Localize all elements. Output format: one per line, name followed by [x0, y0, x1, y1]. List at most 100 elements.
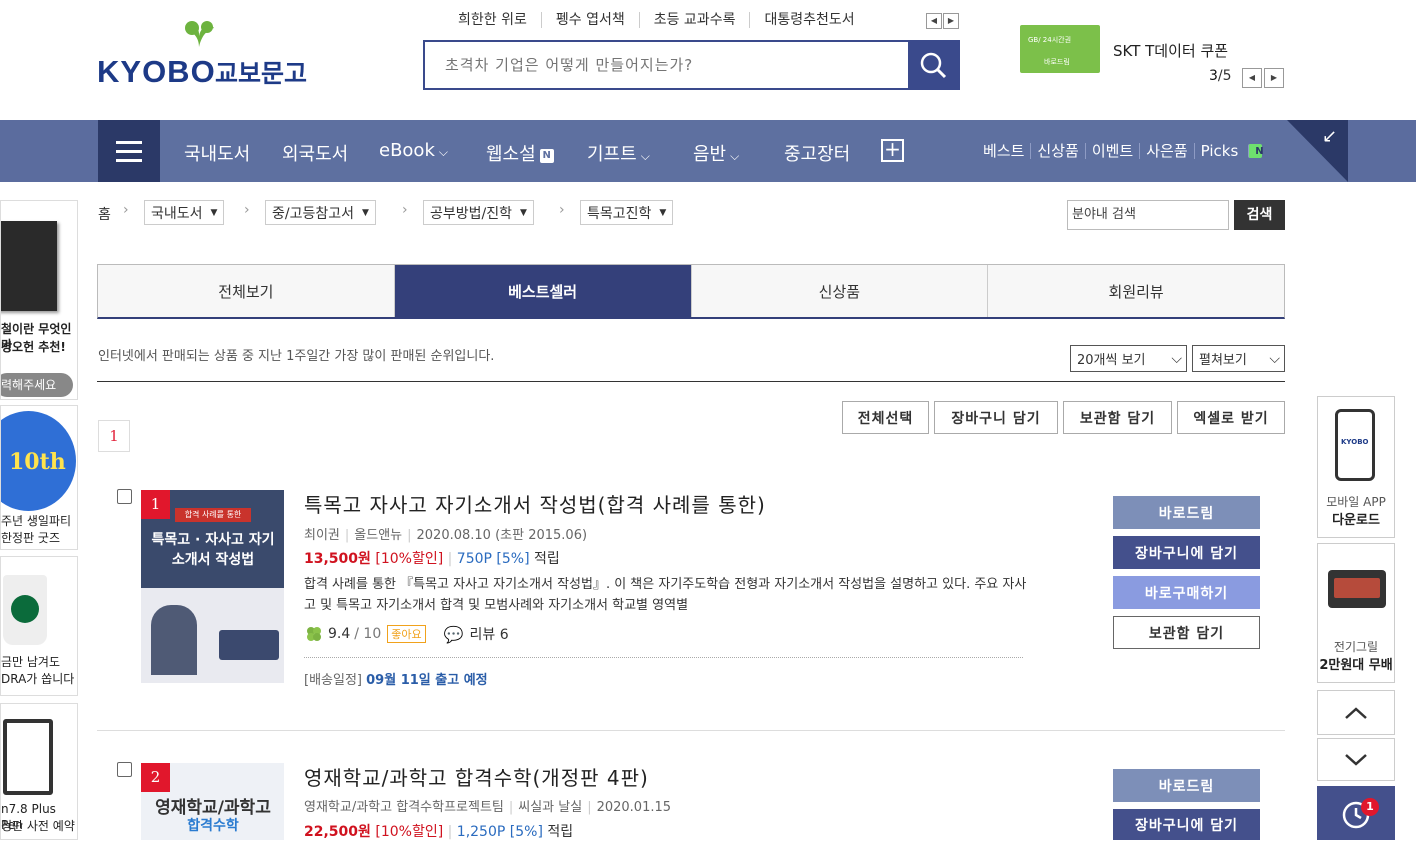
- gnb-item-music[interactable]: 음반 ⌵: [693, 140, 739, 166]
- product-publisher[interactable]: 올드앤뉴: [354, 528, 402, 543]
- top-links-next-button[interactable]: ▶: [943, 13, 959, 29]
- promo-coupon-image[interactable]: GB/ 24시간권 바로드림: [1020, 25, 1100, 73]
- product-author[interactable]: 영재학교/과학고 합격수학프로젝트팀: [304, 800, 504, 815]
- inner-search-input[interactable]: 분야내 검색: [1067, 200, 1229, 230]
- tab-bestseller[interactable]: 베스트셀러: [393, 265, 691, 317]
- scroll-up-button[interactable]: [1317, 690, 1395, 735]
- review-count[interactable]: 리뷰 6: [470, 624, 509, 644]
- leaf-logo-icon: [185, 21, 214, 47]
- breadcrumb-select[interactable]: 중/고등참고서 ▼: [265, 200, 376, 225]
- promo-pager: 3/5: [1209, 68, 1232, 84]
- promo-next-button[interactable]: ▶: [1264, 68, 1284, 88]
- search-bar: [423, 40, 960, 90]
- promo-page-total: /5: [1217, 68, 1232, 84]
- book-image: [1, 221, 57, 311]
- product-publisher[interactable]: 씨실과 날실: [518, 800, 582, 815]
- all-menu-button[interactable]: [98, 120, 160, 182]
- search-button[interactable]: [908, 42, 958, 88]
- product-checkbox[interactable]: [117, 489, 132, 504]
- top-link[interactable]: 초등 교과수록: [638, 12, 750, 28]
- product-points-rate: [5%]: [496, 551, 530, 567]
- left-banner-2[interactable]: 10th 주년 생일파티 한정판 굿즈: [0, 405, 78, 550]
- breadcrumb-label: 특목고진학: [587, 205, 652, 222]
- promo-title[interactable]: SKT T데이터 쿠폰: [1113, 40, 1228, 61]
- left-banner-4[interactable]: n7.8 Plus Pen 정판 사전 예약: [0, 703, 78, 840]
- inner-search-button[interactable]: 검색: [1234, 200, 1285, 230]
- tab-reviews[interactable]: 회원리뷰: [987, 265, 1284, 317]
- gnb-link-best[interactable]: 베스트: [983, 143, 1030, 159]
- review-bubble-icon: 💬: [443, 624, 464, 644]
- buy-now-button[interactable]: 바로구매하기: [1113, 576, 1260, 609]
- add-wishlist-button[interactable]: 보관함 담기: [1063, 401, 1172, 434]
- ad-text: 2만원대 무배: [1319, 658, 1393, 673]
- search-input[interactable]: [425, 42, 908, 88]
- chevron-down-icon: ⌵: [1269, 350, 1280, 367]
- gnb-item-webnovel[interactable]: 웹소설 N: [486, 140, 554, 166]
- left-banner-3[interactable]: 금만 남겨도 DRA가 쏩니다: [0, 556, 78, 696]
- kyobo-logo[interactable]: KYOBO 교보문고: [97, 20, 327, 90]
- gnb-link-event[interactable]: 이벤트: [1084, 143, 1139, 159]
- product-checkbox[interactable]: [117, 762, 132, 777]
- product-title[interactable]: 특목고 자사고 자기소개서 작성법(합격 사례를 통한): [304, 489, 766, 518]
- chevron-right-icon: ›: [559, 202, 565, 218]
- caret-down-icon: ▼: [362, 207, 369, 218]
- add-to-cart-button[interactable]: 장바구니에 담기: [1113, 809, 1260, 840]
- product-rating: 9.4 / 10 좋아요 💬 리뷰 6: [304, 624, 509, 644]
- breadcrumb-select[interactable]: 특목고진학 ▼: [580, 200, 674, 225]
- product-title[interactable]: 영재학교/과학고 합격수학(개정판 4판): [304, 762, 649, 791]
- select-all-button[interactable]: 전체선택: [842, 401, 929, 434]
- gnb-item-label: 기프트: [587, 144, 637, 165]
- product-price: 13,500원: [304, 551, 371, 567]
- product-price-line: 13,500원 [10%할인] | 750P [5%] 적립: [304, 551, 560, 567]
- breadcrumb-select[interactable]: 국내도서 ▼: [144, 200, 225, 225]
- top-links-prev-button[interactable]: ◀: [926, 13, 942, 29]
- gnb-link-picks[interactable]: Picks N: [1193, 142, 1269, 160]
- gnb-item-gift[interactable]: 기프트 ⌵: [587, 140, 650, 166]
- top-link[interactable]: 펭수 엽서책: [540, 12, 639, 28]
- caret-down-icon: ▼: [520, 207, 527, 218]
- gnb-item-used[interactable]: 중고장터: [784, 140, 850, 166]
- app-download-banner[interactable]: KYOBO 모바일 APP 다운로드: [1317, 396, 1395, 538]
- plus-icon[interactable]: +: [881, 139, 904, 162]
- tab-all[interactable]: 전체보기: [98, 265, 394, 317]
- add-cart-button[interactable]: 장바구니 담기: [934, 401, 1058, 434]
- scroll-down-button[interactable]: [1317, 738, 1395, 781]
- product-blurb: 합격 사례를 통한 『특목고 자사고 자기소개서 작성법』. 이 책은 자기주도…: [304, 577, 1027, 613]
- left-banner-1[interactable]: 철이란 무엇인가 병오헌 추천! 력해주세요: [0, 200, 78, 400]
- arrow-down-left-icon[interactable]: ↙: [1322, 126, 1337, 147]
- chevron-right-icon: ›: [402, 202, 408, 218]
- view-count-select[interactable]: 20개씩 보기 ⌵: [1070, 345, 1187, 372]
- product-discount: [10%할인]: [375, 824, 444, 840]
- banner-text: 금만 남겨도: [1, 655, 61, 669]
- product-meta: 영재학교/과학고 합격수학프로젝트팀 | 씨실과 날실 | 2020.01.15: [304, 800, 672, 815]
- picks-label: Picks: [1200, 142, 1239, 160]
- recent-view-button[interactable]: 1: [1317, 786, 1395, 840]
- grill-image: [1328, 570, 1386, 608]
- right-ad-banner[interactable]: 전기그릴 2만원대 무배: [1317, 543, 1395, 683]
- banner-text: DRA가 쏩니다: [1, 672, 75, 686]
- promo-prev-button[interactable]: ◀: [1242, 68, 1262, 88]
- baro-dream-button[interactable]: 바로드림: [1113, 769, 1260, 802]
- view-mode-select[interactable]: 펼쳐보기 ⌵: [1192, 345, 1285, 372]
- rank-badge: 2: [141, 763, 170, 792]
- gnb-item-foreign[interactable]: 외국도서: [282, 140, 348, 166]
- save-to-wishlist-button[interactable]: 보관함 담기: [1113, 616, 1260, 649]
- breadcrumb-select[interactable]: 공부방법/진학 ▼: [423, 200, 534, 225]
- breadcrumb-home[interactable]: 홈: [98, 204, 111, 224]
- gnb-link-new[interactable]: 신상품: [1030, 143, 1084, 159]
- baro-dream-button[interactable]: 바로드림: [1113, 496, 1260, 529]
- top-link[interactable]: 희한한 위로: [448, 12, 541, 28]
- tab-new[interactable]: 신상품: [690, 265, 988, 317]
- list-description: 인터넷에서 판매되는 상품 중 지난 1주일간 가장 많이 판매된 순위입니다.: [98, 349, 495, 364]
- top-link[interactable]: 대통령추천도서: [749, 12, 868, 28]
- add-to-cart-button[interactable]: 장바구니에 담기: [1113, 536, 1260, 569]
- excel-download-button[interactable]: 엑셀로 받기: [1177, 401, 1285, 434]
- cover-label: 합격 사례를 통한: [175, 508, 251, 522]
- gnb-item-domestic[interactable]: 국내도서: [184, 140, 250, 166]
- new-badge: N: [1248, 144, 1264, 158]
- page-number[interactable]: 1: [98, 420, 130, 452]
- gnb-link-gift[interactable]: 사은품: [1139, 143, 1193, 159]
- gnb-item-ebook[interactable]: eBook ⌵: [379, 140, 448, 161]
- product-author[interactable]: 최이권: [304, 528, 340, 543]
- select-value: 펼쳐보기: [1199, 353, 1247, 368]
